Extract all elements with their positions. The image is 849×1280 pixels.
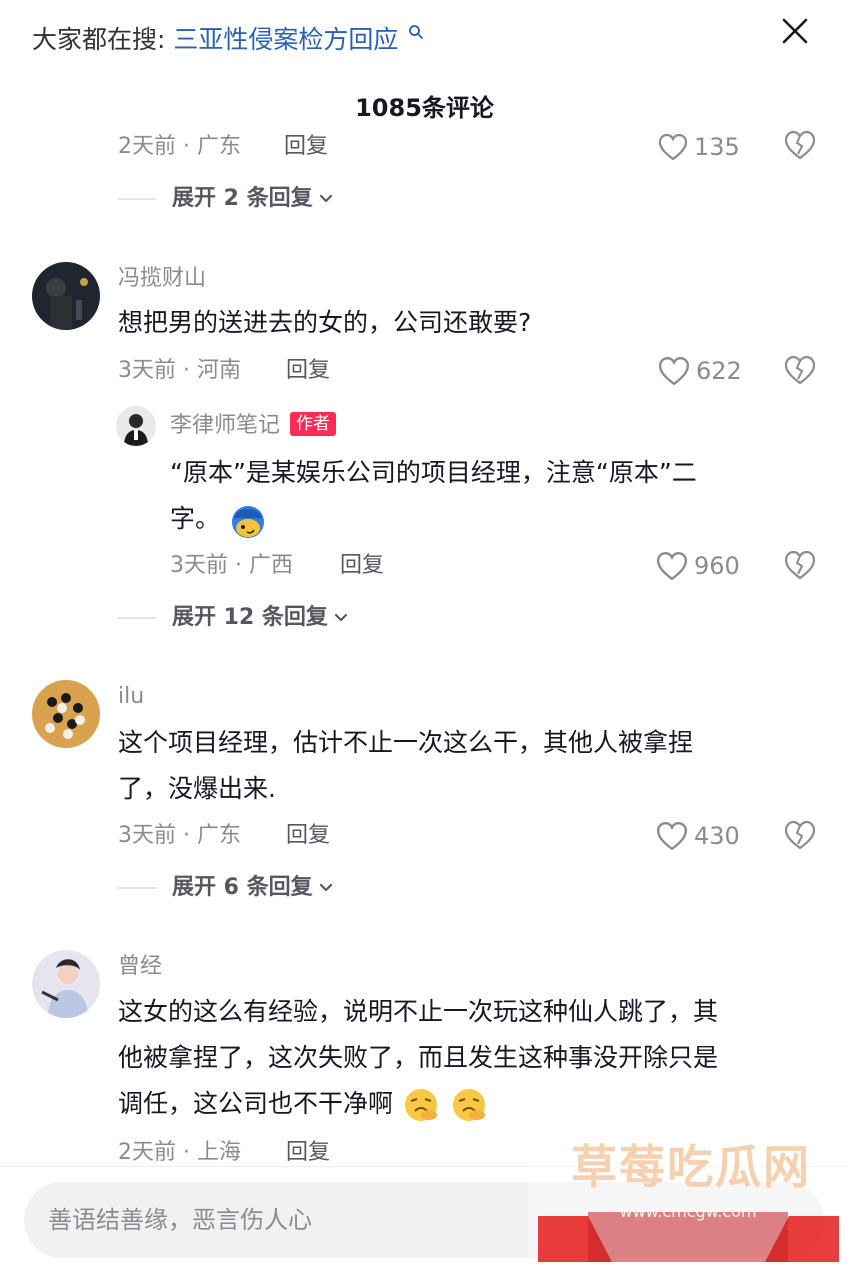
reply-button[interactable]: 回复	[286, 356, 330, 386]
reply-username-row: 李律师笔记 作者	[170, 411, 337, 441]
comment-text: 想把男的送进去的女的，公司还敢要?	[118, 308, 532, 337]
dislike-heart-icon[interactable]	[783, 353, 817, 387]
heart-icon	[656, 552, 688, 581]
watermark-title: 草莓吃瓜网	[571, 1140, 811, 1194]
like-count: 135	[694, 133, 740, 161]
expand-divider	[118, 198, 156, 200]
comment-username[interactable]: 曾经	[118, 952, 162, 982]
dislike-heart-icon[interactable]	[783, 818, 817, 852]
like-button[interactable]: 430	[656, 821, 740, 851]
heart-icon	[656, 822, 688, 851]
comment-text: 这个项目经理，估计不止一次这么干，其他人被拿捏 了，没爆出来.	[118, 720, 808, 812]
comment-text-line: 了，没爆出来.	[118, 774, 276, 803]
search-suggestion-query[interactable]: 三亚性侵案检方回应	[173, 25, 398, 54]
reply-button[interactable]: 回复	[340, 551, 384, 581]
emoji-icon	[452, 1089, 485, 1121]
reply-username[interactable]: 李律师笔记	[170, 413, 280, 438]
comment-count-title: 1085条评论	[355, 94, 494, 122]
like-count: 622	[696, 357, 742, 385]
comment-text-line: 他被拿捏了，这次失败了，而且发生这种事没开除只是	[118, 1043, 719, 1072]
watermark-url: www.cmcgw.com	[619, 1202, 757, 1221]
reply-text-line-2: 字。	[170, 496, 790, 542]
search-suggestion-prefix: 大家都在搜:	[32, 25, 166, 54]
expand-replies-button[interactable]: 展开 6 条回复	[118, 873, 337, 903]
like-count: 430	[694, 822, 740, 850]
like-button[interactable]: 960	[656, 551, 740, 581]
avatar[interactable]	[32, 680, 100, 748]
heart-icon	[658, 357, 690, 386]
search-icon	[409, 25, 424, 39]
emoji-icon	[404, 1089, 437, 1121]
chevron-down-icon	[319, 194, 332, 203]
heart-icon	[658, 133, 688, 161]
partial-comment-row: 2天前 · 广东 回复 135	[0, 128, 849, 162]
reply-button[interactable]: 回复	[286, 1138, 330, 1168]
expand-divider	[118, 887, 156, 889]
comment-text-line: 这女的这么有经验，说明不止一次玩这种仙人跳了，其	[118, 997, 719, 1026]
chevron-down-icon	[334, 613, 348, 622]
expand-replies-label: 展开 2 条回复	[172, 186, 313, 211]
comment-username[interactable]: ilu	[118, 682, 144, 712]
comment-text-line: 这个项目经理，估计不止一次这么干，其他人被拿捏	[118, 728, 694, 757]
like-count: 960	[694, 552, 740, 580]
reply-meta: 3天前 · 广西	[170, 553, 293, 578]
reply-text: “原本”是某娱乐公司的项目经理，注意“原本”二 字。	[170, 450, 790, 542]
close-icon[interactable]	[778, 14, 812, 48]
comment-input-placeholder: 善语结善缘，恶言伤人心	[48, 1206, 312, 1234]
avatar[interactable]	[32, 950, 100, 1018]
emoji-icon	[231, 506, 264, 538]
comment-meta: 2天前 · 广东	[118, 134, 241, 159]
reply-button[interactable]: 回复	[284, 132, 328, 162]
like-button[interactable]: 135	[658, 132, 740, 162]
comment-text: 这女的这么有经验，说明不止一次玩这种仙人跳了，其 他被拿捏了，这次失败了，而且发…	[118, 989, 818, 1127]
dislike-heart-icon[interactable]	[783, 548, 817, 582]
expand-replies-button[interactable]: 展开 2 条回复	[118, 184, 337, 214]
comment-username[interactable]: 冯揽财山	[118, 264, 206, 294]
search-suggestion[interactable]: 大家都在搜: 三亚性侵案检方回应	[32, 22, 424, 58]
comment-meta: 2天前 · 上海	[118, 1140, 241, 1165]
dislike-heart-icon[interactable]	[783, 128, 817, 162]
author-badge: 作者	[290, 412, 337, 436]
comment-meta: 3天前 · 河南	[118, 358, 241, 383]
expand-divider	[118, 617, 156, 619]
expand-replies-label: 展开 6 条回复	[172, 875, 313, 900]
comment-text-line-3: 调任，这公司也不干净啊	[118, 1081, 818, 1127]
like-button[interactable]: 622	[658, 356, 742, 386]
expand-replies-label: 展开 12 条回复	[172, 605, 328, 630]
watermark: 草莓吃瓜网 www.cmcgw.com	[528, 1138, 849, 1262]
comment-meta: 3天前 · 广东	[118, 823, 241, 848]
reply-button[interactable]: 回复	[286, 821, 330, 851]
expand-replies-button[interactable]: 展开 12 条回复	[118, 603, 352, 633]
avatar[interactable]	[32, 262, 100, 330]
avatar[interactable]	[116, 406, 156, 446]
chevron-down-icon	[319, 883, 332, 892]
reply-text-line: “原本”是某娱乐公司的项目经理，注意“原本”二	[170, 458, 697, 487]
